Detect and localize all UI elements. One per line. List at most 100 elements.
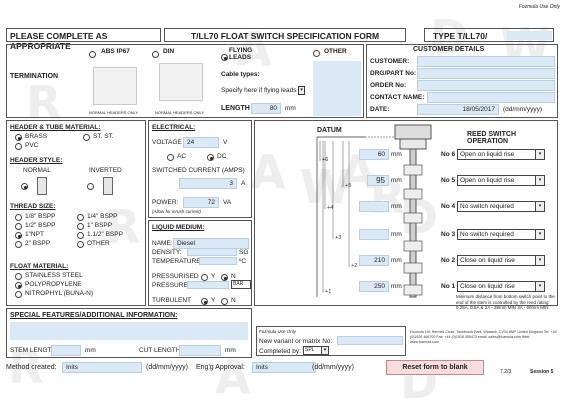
reed-no-2: No 2 [441,257,456,264]
normal-radio[interactable] [21,183,28,190]
temperature-field[interactable] [199,257,237,265]
level-1-field[interactable]: 250 [359,281,389,292]
thread-radio-7[interactable] [15,241,22,248]
thread-radio-6[interactable] [77,232,84,239]
density-field[interactable] [187,248,237,256]
reed-value-3: No switch required [460,231,514,238]
stem-length-unit: mm [85,347,96,354]
other-radio[interactable] [313,50,320,57]
voltage-unit: V [223,139,228,146]
pressurised-n-label: N [231,273,236,280]
thread-radio-4[interactable] [77,223,84,230]
reed-no-4: No 4 [441,203,456,210]
completed-by-select[interactable]: SPL ▾ [303,346,329,355]
liquid-box: LIQUID MEDIUM: NAME: Diesel DENSITY: SG … [148,220,252,306]
other-field[interactable] [313,61,361,116]
level-5-field[interactable]: 95 [367,175,389,186]
fozmula-use-title: Fozmula Use Only [259,329,297,334]
reed-select-2[interactable]: Close on liquid rise ▾ [457,255,545,266]
abs-radio[interactable] [89,51,96,58]
contact-label: CONTACT NAME: [370,94,425,101]
thread-radio-5[interactable] [15,232,22,239]
thread-label-4: 1" BSPP [87,222,113,229]
approval-inits-field[interactable]: Inits [252,362,316,373]
thread-radio-2[interactable] [77,214,84,221]
reed-value-4: No switch required [460,203,514,210]
thread-radio-1[interactable] [15,214,22,221]
level-4-field[interactable] [359,201,389,212]
power-field[interactable]: 72 [183,197,219,208]
level-3-unit: mm [391,231,402,238]
thread-label-6: 1.1/2" BSPP [87,231,123,238]
length-label: LENGTH [221,105,250,112]
new-variant-field[interactable] [337,336,403,345]
pressure-unit-select[interactable]: BAR [231,280,251,289]
level-6-unit: mm [391,151,402,158]
reed-select-1[interactable]: Close on liquid rise ▾ [457,281,545,292]
turbulent-n-radio[interactable] [221,298,228,305]
turbulent-label: TURBULENT [152,297,192,304]
pvc-radio[interactable] [15,143,22,150]
din-radio[interactable] [152,51,159,58]
special-field[interactable] [10,322,248,340]
level-2-field[interactable]: 210 [359,255,389,266]
reed-select-5[interactable]: Open on liquid rise ▾ [457,175,545,186]
voltage-field[interactable]: 24 [183,137,219,148]
date-field[interactable]: 18/05/2017 [417,104,499,115]
reed-select-4[interactable]: No switch required ▾ [457,201,545,212]
power-label: POWER: [152,199,179,206]
ac-radio[interactable] [167,154,174,161]
reed-value-2: Close on liquid rise [460,257,515,264]
cable-dropdown-button[interactable]: ▾ [298,86,305,95]
brass-radio[interactable] [15,134,22,141]
brass-label: BRASS [25,133,48,140]
date-format: (dd/mm/yyyy) [503,106,542,113]
stst-radio[interactable] [83,134,90,141]
thread-radio-8[interactable] [77,241,84,248]
turbulent-y-label: Y [211,297,216,304]
pressurised-n-radio[interactable] [221,274,228,281]
current-field[interactable]: 3 [179,178,237,189]
cut-length-field[interactable] [179,345,221,356]
termination-box: TERMINATION ABS IP67 NORMAL HEADERS ONLY… [6,44,364,118]
method-date-format: (dd/mm/yyyy) [146,364,188,371]
thread-radio-3[interactable] [15,223,22,230]
thread-label-2: 1/4" BSPP [87,213,118,220]
order-field[interactable] [417,80,555,91]
current-unit: A [241,180,246,187]
length-unit: mm [285,105,296,112]
reset-form-button[interactable]: Reset form to blank [386,360,484,375]
float-radio-2[interactable] [15,282,22,289]
level-5-unit: mm [391,177,402,184]
switched-current-label: SWITCHED CURRENT (AMPS) [152,167,245,174]
dc-radio[interactable] [207,154,214,161]
specify-label: Specify here if flying leads [221,87,297,94]
address-text: Fozmula Ltd, Hermes Close, Tachbrook Par… [410,330,557,344]
float-radio-1[interactable] [15,273,22,280]
thread-label-1: 1/8" BSPP [25,213,56,220]
method-inits-field[interactable]: Inits [62,362,142,373]
stem-length-field[interactable] [51,345,81,356]
thread-label-3: 1/2" BSPP [25,222,56,229]
turbulent-y-radio[interactable] [201,298,208,305]
flying-radio[interactable] [221,54,228,61]
type-field[interactable] [507,31,552,40]
cut-length-label: CUT LENGTH: [139,347,183,354]
inverted-radio[interactable] [87,183,94,190]
reed-title: REED SWITCH OPERATION [467,131,516,145]
customer-box: CUSTOMER DETAILS CUSTOMER: DRG/PART No: … [366,44,558,118]
float-radio-3[interactable] [15,291,22,298]
pressure-field[interactable] [187,281,229,289]
thread-title: THREAD SIZE: [10,203,56,210]
length-field[interactable]: 80 [251,103,281,114]
thread-label-8: OTHER [87,240,110,247]
reed-select-6[interactable]: Open on liquid rise ▾ [457,149,545,160]
customer-field[interactable] [417,56,555,67]
pressurised-y-radio[interactable] [201,274,208,281]
level-6-field[interactable]: 60 [359,149,389,160]
reed-select-3[interactable]: No switch required ▾ [457,229,545,240]
drg-field[interactable] [417,68,555,79]
level-3-field[interactable] [359,229,389,240]
completed-by-value: SPL [305,347,315,353]
contact-field[interactable] [427,92,555,103]
